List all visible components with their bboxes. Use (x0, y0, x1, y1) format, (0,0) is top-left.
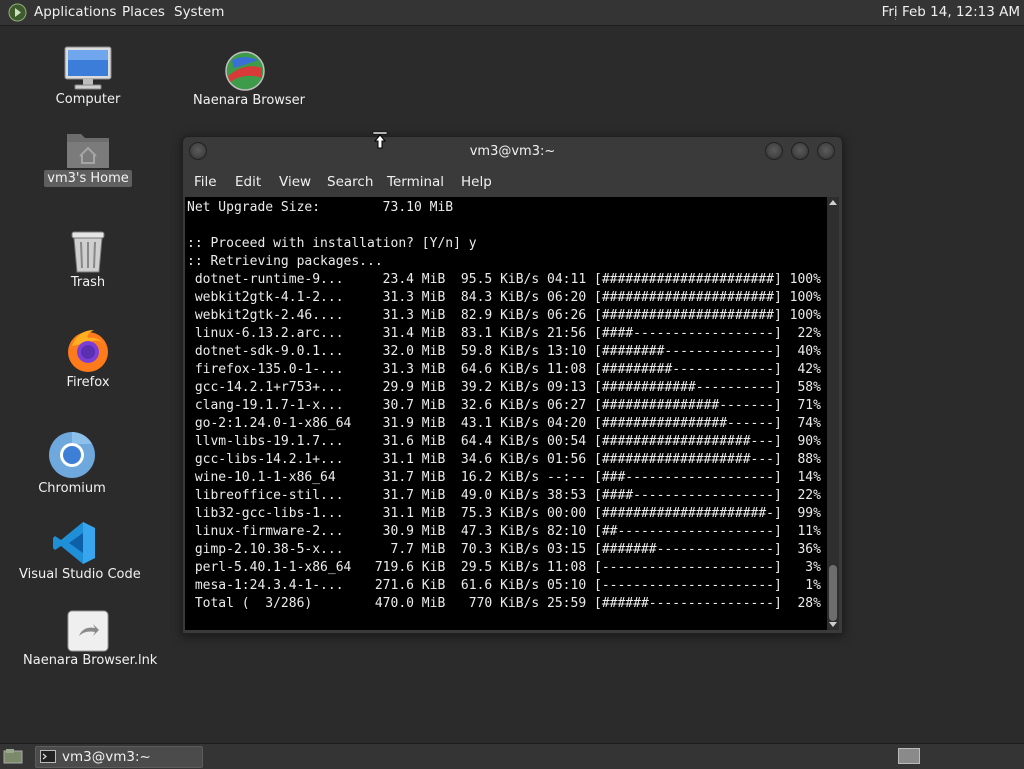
desktop-icon-label: Firefox (66, 375, 110, 390)
places-menu[interactable]: Places (122, 4, 165, 20)
menu-file[interactable]: File (194, 174, 217, 190)
terminal-line: dotnet-sdk-9.0.1... 32.0 MiB 59.8 KiB/s … (187, 344, 821, 359)
workspace-switcher[interactable] (898, 748, 920, 764)
menu-terminal[interactable]: Terminal (387, 174, 444, 190)
applications-menu[interactable]: Applications (34, 4, 116, 20)
desktop-icon-chromium[interactable]: Chromium (24, 430, 120, 497)
top-panel: Applications Places System Fri Feb 14, 1… (0, 0, 1024, 26)
terminal-line: firefox-135.0-1-... 31.3 MiB 64.6 KiB/s … (187, 362, 821, 377)
menu-edit[interactable]: Edit (235, 174, 261, 190)
terminal-line: dotnet-runtime-9... 23.4 MiB 95.5 KiB/s … (187, 272, 821, 287)
terminal-window[interactable]: vm3@vm3:~ File Edit View Search Terminal… (182, 136, 843, 634)
terminal-line: go-2:1.24.0-1-x86_64 31.9 MiB 43.1 KiB/s… (187, 416, 821, 431)
terminal-line: llvm-libs-19.1.7... 31.6 MiB 64.4 KiB/s … (187, 434, 821, 449)
chromium-icon (49, 432, 95, 478)
minimize-button[interactable] (765, 142, 783, 160)
terminal-lines: Net Upgrade Size: 73.10 MiB:: Proceed wi… (187, 199, 821, 613)
terminal-line: :: Proceed with installation? [Y/n] y (187, 236, 477, 251)
desktop-icon-label: Computer (55, 92, 121, 107)
scroll-down-arrow-icon[interactable] (829, 622, 837, 627)
terminal-line: mesa-1:24.3.4-1-... 271.6 KiB 61.6 KiB/s… (187, 578, 821, 593)
desktop-icon-naenara-browser[interactable]: Naenara Browser (190, 50, 305, 109)
terminal-scrollbar[interactable] (827, 197, 839, 630)
window-title: vm3@vm3:~ (469, 144, 556, 159)
terminal-line: Net Upgrade Size: 73.10 MiB (187, 200, 454, 215)
close-button[interactable] (817, 142, 835, 160)
vscode-icon (53, 522, 95, 564)
window-titlebar[interactable]: vm3@vm3:~ (183, 137, 842, 167)
terminal-line: linux-firmware-2... 30.9 MiB 47.3 KiB/s … (187, 524, 821, 539)
terminal-line: :: Retrieving packages... (187, 254, 383, 269)
show-desktop-icon[interactable] (3, 748, 23, 768)
shortcut-icon (67, 610, 109, 652)
trash-icon (71, 231, 105, 273)
desktop-icon-label: Naenara Browser (193, 93, 306, 108)
firefox-icon (68, 330, 108, 372)
home-folder-icon (67, 134, 109, 168)
desktop-icon-vscode[interactable]: Visual Studio Code (16, 520, 141, 583)
resize-cursor-icon (372, 131, 388, 149)
menu-help[interactable]: Help (461, 174, 492, 190)
terminal-line: gcc-14.2.1+r753+... 29.9 MiB 39.2 KiB/s … (187, 380, 821, 395)
terminal-line: linux-6.13.2.arc... 31.4 MiB 83.1 KiB/s … (187, 326, 821, 341)
terminal-line: lib32-gcc-libs-1... 31.1 MiB 75.3 KiB/s … (187, 506, 821, 521)
terminal-line: Total ( 3/286) 470.0 MiB 770 KiB/s 25:59… (187, 596, 821, 611)
clock[interactable]: Fri Feb 14, 12:13 AM (882, 4, 1020, 20)
bottom-panel: vm3@vm3:~ (0, 743, 1024, 769)
desktop-icon-trash[interactable]: Trash (40, 228, 136, 291)
terminal-menubar: File Edit View Search Terminal Help (183, 169, 842, 195)
computer-icon (64, 46, 112, 90)
terminal-line: perl-5.40.1-1-x86_64 719.6 KiB 29.5 KiB/… (187, 560, 821, 575)
terminal-line: libreoffice-stil... 31.7 MiB 49.0 KiB/s … (187, 488, 821, 503)
terminal-line: wine-10.1-1-x86_64 31.7 MiB 16.2 KiB/s -… (187, 470, 821, 485)
terminal-line: webkit2gtk-4.1-2... 31.3 MiB 84.3 KiB/s … (187, 290, 821, 305)
desktop-icon-label: vm3's Home (44, 170, 132, 187)
maximize-button[interactable] (791, 142, 809, 160)
terminal-output[interactable]: Net Upgrade Size: 73.10 MiB:: Proceed wi… (185, 197, 827, 630)
scrollbar-thumb[interactable] (829, 565, 837, 621)
scroll-up-arrow-icon[interactable] (829, 200, 837, 205)
desktop-icon-label: Trash (70, 275, 106, 290)
desktop-icon-home[interactable]: vm3's Home (40, 128, 136, 187)
menu-view[interactable]: View (279, 174, 311, 190)
taskbar-item-label: vm3@vm3:~ (62, 749, 151, 765)
menu-search[interactable]: Search (327, 174, 373, 190)
taskbar-item-terminal[interactable]: vm3@vm3:~ (35, 746, 203, 768)
terminal-icon (40, 750, 56, 767)
terminal-line: gcc-libs-14.2.1+... 31.1 MiB 34.6 KiB/s … (187, 452, 821, 467)
terminal-line: clang-19.1.7-1-x... 30.7 MiB 32.6 KiB/s … (187, 398, 821, 413)
desktop-icon-naenara-lnk[interactable]: Naenara Browser.lnk (20, 610, 157, 669)
distro-logo-icon[interactable] (8, 3, 27, 22)
desktop-icon-label: Visual Studio Code (19, 567, 141, 582)
globe-icon (225, 51, 265, 91)
terminal-line: webkit2gtk-2.46.... 31.3 MiB 82.9 KiB/s … (187, 308, 821, 323)
system-menu[interactable]: System (174, 4, 224, 20)
terminal-line: gimp-2.10.38-5-x... 7.7 MiB 70.3 KiB/s 0… (187, 542, 821, 557)
desktop-icon-label: Naenara Browser.lnk (23, 653, 158, 668)
desktop-icon-computer[interactable]: Computer (40, 45, 136, 108)
desktop-icon-label: Chromium (38, 481, 106, 496)
desktop-icon-firefox[interactable]: Firefox (40, 326, 136, 391)
